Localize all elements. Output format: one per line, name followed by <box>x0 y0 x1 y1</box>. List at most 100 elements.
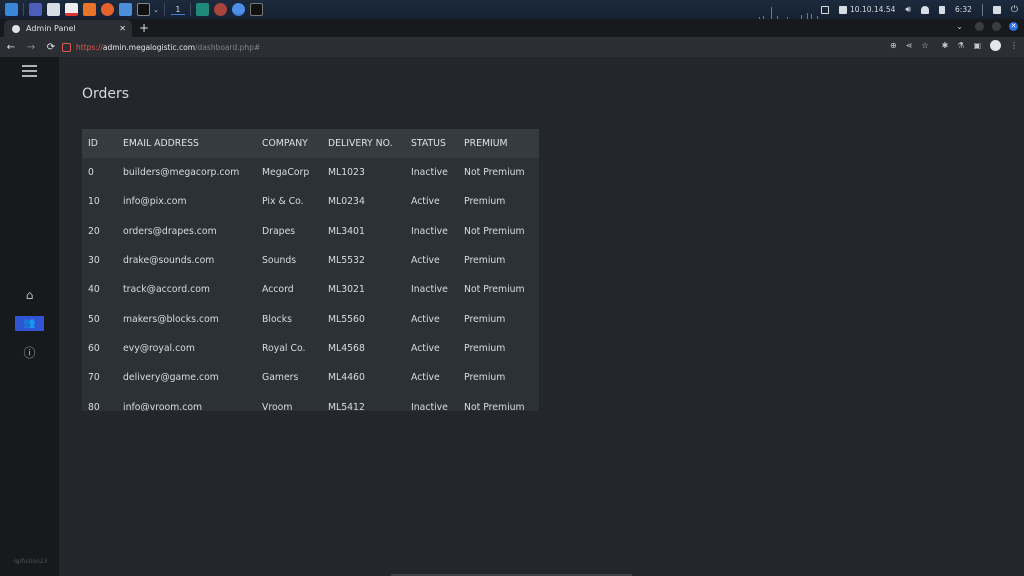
cell-premium: Premium <box>464 372 506 384</box>
burp-icon[interactable] <box>83 3 96 16</box>
text-editor-icon[interactable] <box>65 3 78 16</box>
table-row[interactable]: 50 makers@blocks.com Blocks ML5560 Active Pre… <box>82 304 539 333</box>
forward-button[interactable]: → <box>22 42 40 53</box>
cell-status: Active <box>411 313 440 325</box>
bookmark-star-icon[interactable]: ☆ <box>921 41 928 50</box>
browser-tab-strip: Admin Panel ✕ + ⌄ ✕ <box>0 19 1024 37</box>
cell-company: Accord <box>262 284 294 296</box>
chromium-icon[interactable] <box>231 3 245 16</box>
tab-title: Admin Panel <box>26 24 76 33</box>
lock-icon[interactable] <box>992 5 1001 14</box>
app-teal-icon[interactable] <box>195 3 209 16</box>
profile-avatar[interactable] <box>990 40 1001 51</box>
table-row[interactable]: 0 builders@megacorp.com MegaCorp ML1023 Inac… <box>82 158 539 187</box>
cell-status: Active <box>411 255 440 267</box>
app-ruby-icon[interactable] <box>213 3 227 16</box>
workspace-indicator[interactable]: 1 <box>170 5 185 15</box>
table-row[interactable]: 70 delivery@game.com Gamers ML4460 Active Pre… <box>82 363 539 392</box>
taskbar-separator <box>189 3 191 16</box>
display-icon[interactable] <box>821 5 830 14</box>
cell-company: MegaCorp <box>262 167 310 179</box>
terminal-icon[interactable] <box>137 3 150 16</box>
cell-status: Inactive <box>411 167 448 179</box>
minimize-button[interactable] <box>975 22 984 31</box>
cell-delivery-no: ML1023 <box>328 167 365 179</box>
battery-icon[interactable] <box>939 5 946 14</box>
users-icon: 👥 <box>23 318 36 329</box>
kali-menu-icon[interactable] <box>5 3 18 16</box>
sidebar-item-users[interactable]: 👥 <box>15 316 44 331</box>
table-row[interactable]: 40 track@accord.com Accord ML3021 Inactive No… <box>82 275 539 304</box>
orders-table: ID EMAIL ADDRESS COMPANY DELIVERY NO. ST… <box>82 129 539 411</box>
extensions-icon[interactable]: ✱ <box>942 41 949 50</box>
menu-kebab-icon[interactable]: ⋮ <box>1010 41 1018 50</box>
cell-status: Inactive <box>411 284 448 296</box>
cell-delivery-no: ML5532 <box>328 255 365 267</box>
power-icon[interactable]: ⏻ <box>1011 5 1018 15</box>
taskbar-separator <box>163 3 165 16</box>
notification-bell-icon[interactable] <box>921 5 930 14</box>
page-title: Orders <box>82 86 130 102</box>
cell-delivery-no: ML3021 <box>328 284 365 296</box>
zoom-icon[interactable]: ⊕ <box>890 41 897 50</box>
table-row[interactable]: 30 drake@sounds.com Sounds ML5532 Active Prem… <box>82 246 539 275</box>
cell-delivery-no: ML4460 <box>328 372 365 384</box>
cell-premium: Premium <box>464 342 506 354</box>
orders-table-container[interactable]: ID EMAIL ADDRESS COMPANY DELIVERY NO. ST… <box>82 129 539 411</box>
sidebar-item-home[interactable]: ⌂ <box>15 287 44 302</box>
cell-id: 40 <box>88 284 100 296</box>
network-icon <box>839 5 848 14</box>
terminal-window-icon[interactable] <box>249 3 263 16</box>
info-icon: ⓘ <box>23 346 36 360</box>
file-manager-icon[interactable] <box>47 3 60 16</box>
ip-address: 10.10.14.54 <box>850 5 896 14</box>
tab-admin-panel[interactable]: Admin Panel ✕ <box>4 20 132 37</box>
url-scheme: https:// <box>76 42 103 52</box>
tab-search-chevron-icon[interactable]: ⌄ <box>956 22 963 31</box>
url-path: /dashboard.php# <box>195 42 261 52</box>
cell-premium: Premium <box>464 313 506 325</box>
new-tab-button[interactable]: + <box>139 21 149 35</box>
cell-status: Active <box>411 196 440 208</box>
table-row[interactable]: 80 info@vroom.com Vroom ML5412 Inactive Not P… <box>82 392 539 411</box>
table-row[interactable]: 60 evy@royal.com Royal Co. ML4568 Active Prem… <box>82 334 539 363</box>
browser-toolbar: ← → ⟳ https:// admin.megalogistic.com /d… <box>0 37 1024 57</box>
network-indicator[interactable]: 10.10.14.54 <box>839 5 895 14</box>
table-header-row: ID EMAIL ADDRESS COMPANY DELIVERY NO. ST… <box>82 129 539 158</box>
back-button[interactable]: ← <box>2 42 20 53</box>
terminal-blue-icon[interactable] <box>119 3 132 16</box>
sidebar: ⌂ 👥 ⓘ qpfusion23 <box>0 57 59 576</box>
column-header-email: EMAIL ADDRESS <box>123 138 199 149</box>
firefox-icon[interactable] <box>101 3 114 16</box>
cell-status: Inactive <box>411 225 448 237</box>
taskbar-separator <box>981 3 983 16</box>
sidebar-item-info[interactable]: ⓘ <box>15 345 44 360</box>
clock[interactable]: 6:32 <box>955 5 972 14</box>
maximize-button[interactable] <box>992 22 1001 31</box>
close-window-button[interactable]: ✕ <box>1009 22 1018 31</box>
cell-email: info@pix.com <box>123 196 187 208</box>
side-panel-icon[interactable]: ▣ <box>973 41 981 50</box>
reload-button[interactable]: ⟳ <box>42 42 60 53</box>
share-icon[interactable]: ⋖ <box>906 41 913 50</box>
taskbar-separator <box>23 3 24 16</box>
volume-icon[interactable]: 🔊︎ <box>905 5 911 15</box>
table-row[interactable]: 20 orders@drapes.com Drapes ML3401 Inactive N… <box>82 217 539 246</box>
close-tab-icon[interactable]: ✕ <box>119 24 126 33</box>
address-bar[interactable]: https:// admin.megalogistic.com /dashboa… <box>62 40 260 54</box>
labs-flask-icon[interactable]: ⚗ <box>957 41 964 50</box>
cell-company: Royal Co. <box>262 342 306 354</box>
cell-id: 50 <box>88 313 100 325</box>
dropdown-icon[interactable]: ⌄ <box>153 6 159 14</box>
cell-delivery-no: ML5560 <box>328 313 365 325</box>
desktop-icon[interactable] <box>29 3 42 16</box>
cell-premium: Premium <box>464 255 506 267</box>
table-row[interactable]: 10 info@pix.com Pix & Co. ML0234 Active Premi… <box>82 187 539 216</box>
hamburger-menu-icon[interactable] <box>22 65 37 80</box>
sidebar-footer-text: qpfusion23 <box>14 558 48 565</box>
cell-company: Blocks <box>262 313 292 325</box>
os-taskbar: ⌄ 1 10.10.14.54 🔊︎ 6:32 ⏻ <box>0 0 1024 19</box>
not-secure-icon[interactable] <box>62 42 71 52</box>
cell-email: drake@sounds.com <box>123 255 215 267</box>
cell-delivery-no: ML5412 <box>328 401 365 411</box>
